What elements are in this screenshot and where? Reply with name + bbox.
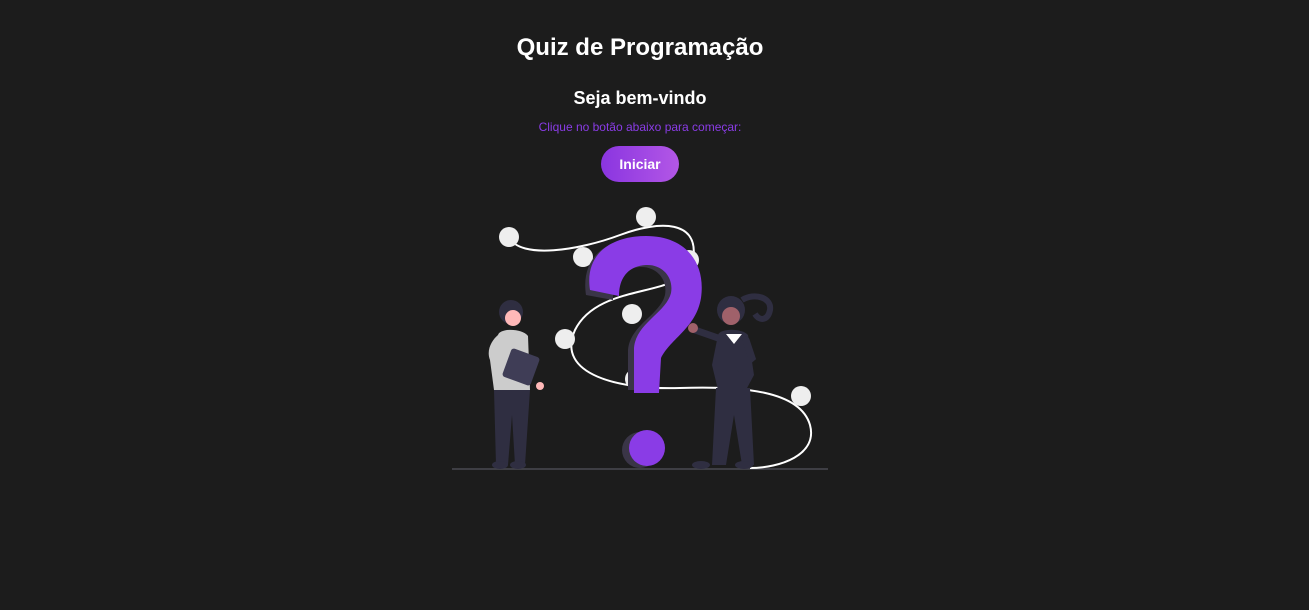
quiz-start-screen: Quiz de Programação Seja bem-vindo Cliqu… [0, 0, 1309, 610]
woman-figure [688, 293, 774, 469]
dot [636, 207, 656, 227]
dot [622, 304, 642, 324]
start-button[interactable]: Iniciar [601, 146, 679, 182]
dot [555, 329, 575, 349]
question-people-illustration [452, 207, 828, 470]
man-figure [488, 300, 544, 469]
dot [791, 386, 811, 406]
question-dot [629, 430, 665, 466]
welcome-heading: Seja bem-vindo [573, 88, 707, 108]
dot [499, 227, 519, 247]
page-title: Quiz de Programação [516, 34, 764, 61]
instruction-text: Clique no botão abaixo para começar: [538, 120, 742, 134]
question-mark [589, 236, 702, 393]
